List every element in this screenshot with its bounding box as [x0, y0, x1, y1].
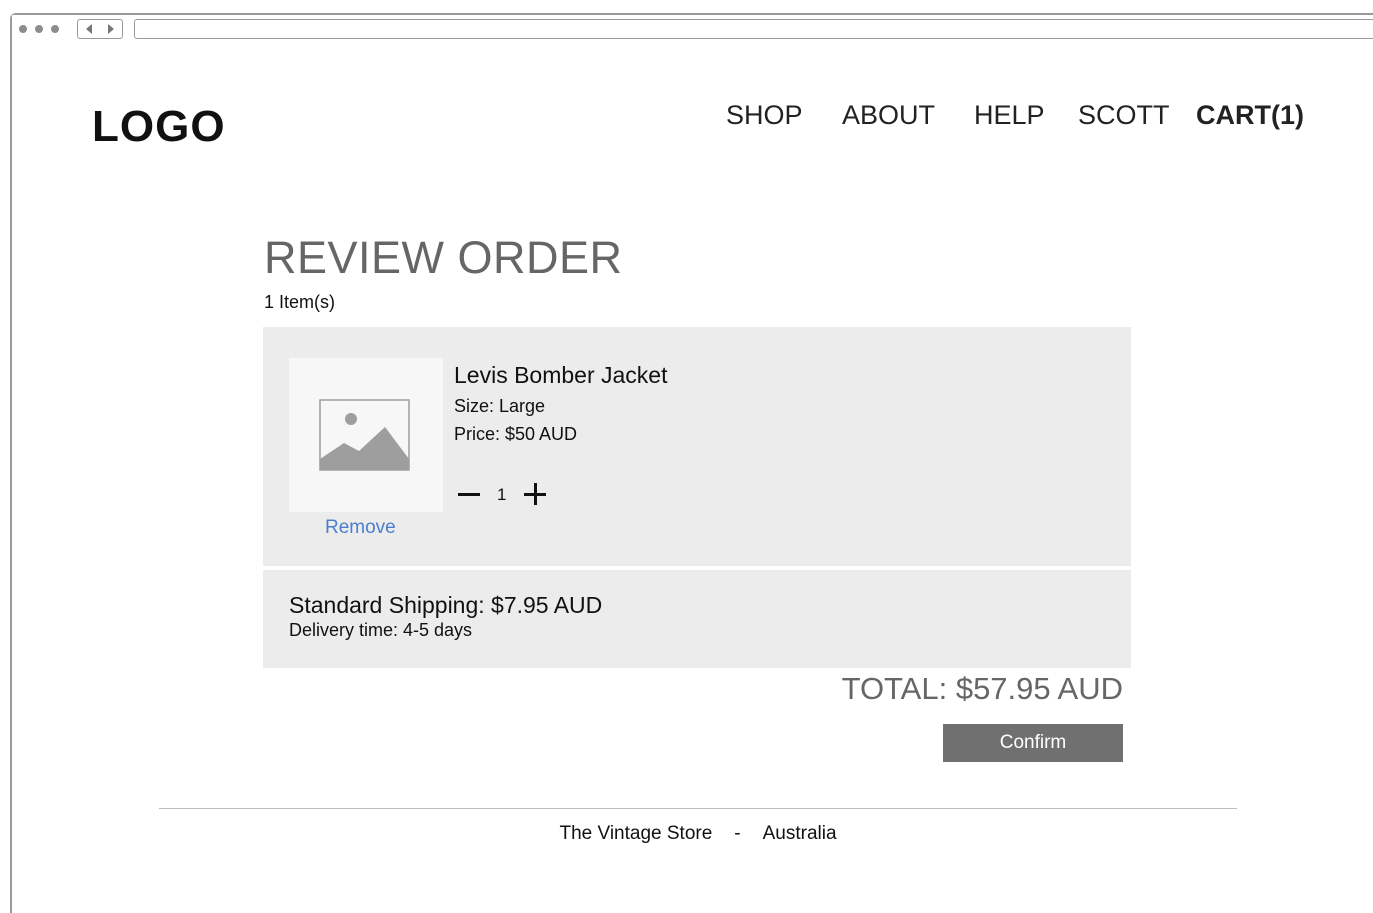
- product-size: Size: Large: [454, 396, 546, 416]
- footer-store-name: The Vintage Store: [559, 823, 713, 844]
- confirm-button[interactable]: Confirm: [943, 724, 1123, 762]
- browser-chrome: [12, 15, 1373, 46]
- footer-country: Australia: [762, 823, 837, 844]
- window-minimize-dot[interactable]: [35, 25, 43, 33]
- nav-help[interactable]: HELP: [974, 100, 1045, 131]
- nav-account-scott[interactable]: SCOTT: [1078, 100, 1170, 131]
- quantity-value: 1: [497, 485, 507, 504]
- back-arrow-icon[interactable]: [86, 24, 92, 34]
- image-placeholder-icon: [319, 399, 410, 471]
- item-count: 1 Item(s): [264, 292, 336, 312]
- forward-arrow-icon[interactable]: [108, 24, 114, 34]
- main-nav: SHOP ABOUT HELP SCOTT CART(1): [0, 100, 1373, 134]
- page-title: REVIEW ORDER: [264, 232, 623, 283]
- window-controls: [19, 25, 59, 33]
- shipping-method: Standard Shipping: $7.95 AUD: [289, 592, 603, 618]
- footer-separator: -: [734, 823, 741, 844]
- delivery-time: Delivery time: 4-5 days: [289, 620, 473, 640]
- window-maximize-dot[interactable]: [51, 25, 59, 33]
- footer-divider: [159, 808, 1237, 809]
- browser-nav-buttons: [77, 19, 123, 39]
- nav-cart[interactable]: CART(1): [1196, 100, 1304, 131]
- quantity-decrease-button[interactable]: [453, 482, 485, 508]
- product-thumbnail: [289, 358, 443, 512]
- minus-icon: [458, 493, 480, 496]
- url-bar[interactable]: [134, 19, 1373, 39]
- footer: The Vintage Store - Australia: [0, 823, 1373, 845]
- remove-item-link[interactable]: Remove: [325, 517, 396, 539]
- nav-about[interactable]: ABOUT: [842, 100, 935, 131]
- order-total: TOTAL: $57.95 AUD: [841, 671, 1123, 706]
- product-name: Levis Bomber Jacket: [454, 362, 668, 388]
- window-close-dot[interactable]: [19, 25, 27, 33]
- cart-item-card: Remove Levis Bomber Jacket Size: Large P…: [263, 327, 1131, 566]
- shipping-card: Standard Shipping: $7.95 AUD Delivery ti…: [263, 570, 1131, 668]
- product-price: Price: $50 AUD: [454, 424, 578, 444]
- quantity-increase-button plus-icon[interactable]: [524, 482, 546, 506]
- nav-shop[interactable]: SHOP: [726, 100, 803, 131]
